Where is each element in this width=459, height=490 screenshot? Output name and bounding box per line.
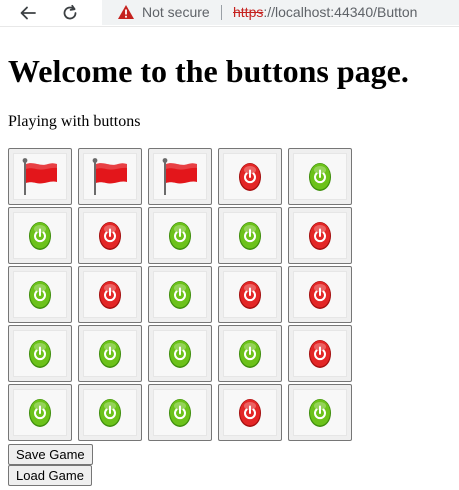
arrow-left-icon — [20, 6, 36, 20]
red-power-icon — [309, 280, 331, 309]
board-cell-r5-c4[interactable] — [218, 384, 282, 441]
board-cell-r2-c5[interactable] — [288, 207, 352, 264]
board-cell-r4-c2[interactable] — [78, 325, 142, 382]
board-cell-r4-c3[interactable] — [148, 325, 212, 382]
game-board — [8, 148, 358, 443]
url-text[interactable]: https://localhost:44340/Button — [233, 4, 417, 20]
address-divider — [221, 5, 222, 20]
green-power-icon — [29, 221, 51, 250]
green-power-icon — [99, 398, 121, 427]
green-power-icon — [169, 398, 191, 427]
green-power-icon — [169, 280, 191, 309]
save-game-button[interactable]: Save Game — [8, 444, 93, 465]
reload-button[interactable] — [58, 1, 82, 25]
address-bar[interactable]: Not secure https://localhost:44340/Butto… — [102, 0, 459, 25]
board-cell-r5-c5[interactable] — [288, 384, 352, 441]
board-cell-r4-c4[interactable] — [218, 325, 282, 382]
red-power-icon — [99, 280, 121, 309]
red-flag-icon — [92, 157, 127, 195]
browser-toolbar: Not secure https://localhost:44340/Butto… — [0, 0, 459, 27]
back-button[interactable] — [16, 1, 40, 25]
green-power-icon — [239, 339, 261, 368]
green-power-icon — [29, 280, 51, 309]
board-cell-r5-c2[interactable] — [78, 384, 142, 441]
red-power-icon — [239, 162, 261, 191]
board-cell-r1-c1[interactable] — [8, 148, 72, 205]
board-cell-r4-c1[interactable] — [8, 325, 72, 382]
board-cell-r2-c3[interactable] — [148, 207, 212, 264]
red-power-icon — [239, 398, 261, 427]
board-cell-r3-c4[interactable] — [218, 266, 282, 323]
page-title: Welcome to the buttons page. — [8, 53, 409, 89]
green-power-icon — [99, 339, 121, 368]
red-power-icon — [239, 280, 261, 309]
reload-icon — [63, 4, 77, 20]
green-power-icon — [239, 221, 261, 250]
board-cell-r5-c3[interactable] — [148, 384, 212, 441]
green-power-icon — [309, 398, 331, 427]
page-subtitle: Playing with buttons — [8, 113, 141, 130]
board-cell-r1-c3[interactable] — [148, 148, 212, 205]
board-cell-r2-c2[interactable] — [78, 207, 142, 264]
url-scheme: https — [233, 4, 264, 20]
board-cell-r4-c5[interactable] — [288, 325, 352, 382]
board-cell-r1-c5[interactable] — [288, 148, 352, 205]
board-cell-r3-c3[interactable] — [148, 266, 212, 323]
red-flag-icon — [22, 157, 57, 195]
green-power-icon — [169, 339, 191, 368]
url-path: ://localhost:44340/Button — [263, 4, 418, 20]
red-flag-icon — [162, 157, 197, 195]
board-cell-r5-c1[interactable] — [8, 384, 72, 441]
red-power-icon — [309, 339, 331, 368]
board-cell-r1-c4[interactable] — [218, 148, 282, 205]
board-cell-r1-c2[interactable] — [78, 148, 142, 205]
board-cell-r3-c2[interactable] — [78, 266, 142, 323]
board-cell-r2-c4[interactable] — [218, 207, 282, 264]
security-label[interactable]: Not secure — [142, 4, 210, 20]
board-cell-r2-c1[interactable] — [8, 207, 72, 264]
green-power-icon — [29, 339, 51, 368]
red-power-icon — [99, 221, 121, 250]
board-cell-r3-c5[interactable] — [288, 266, 352, 323]
warning-triangle-icon[interactable] — [117, 4, 135, 20]
green-power-icon — [309, 162, 331, 191]
load-game-button[interactable]: Load Game — [8, 465, 92, 486]
green-power-icon — [169, 221, 191, 250]
red-power-icon — [309, 221, 331, 250]
board-cell-r3-c1[interactable] — [8, 266, 72, 323]
green-power-icon — [29, 398, 51, 427]
